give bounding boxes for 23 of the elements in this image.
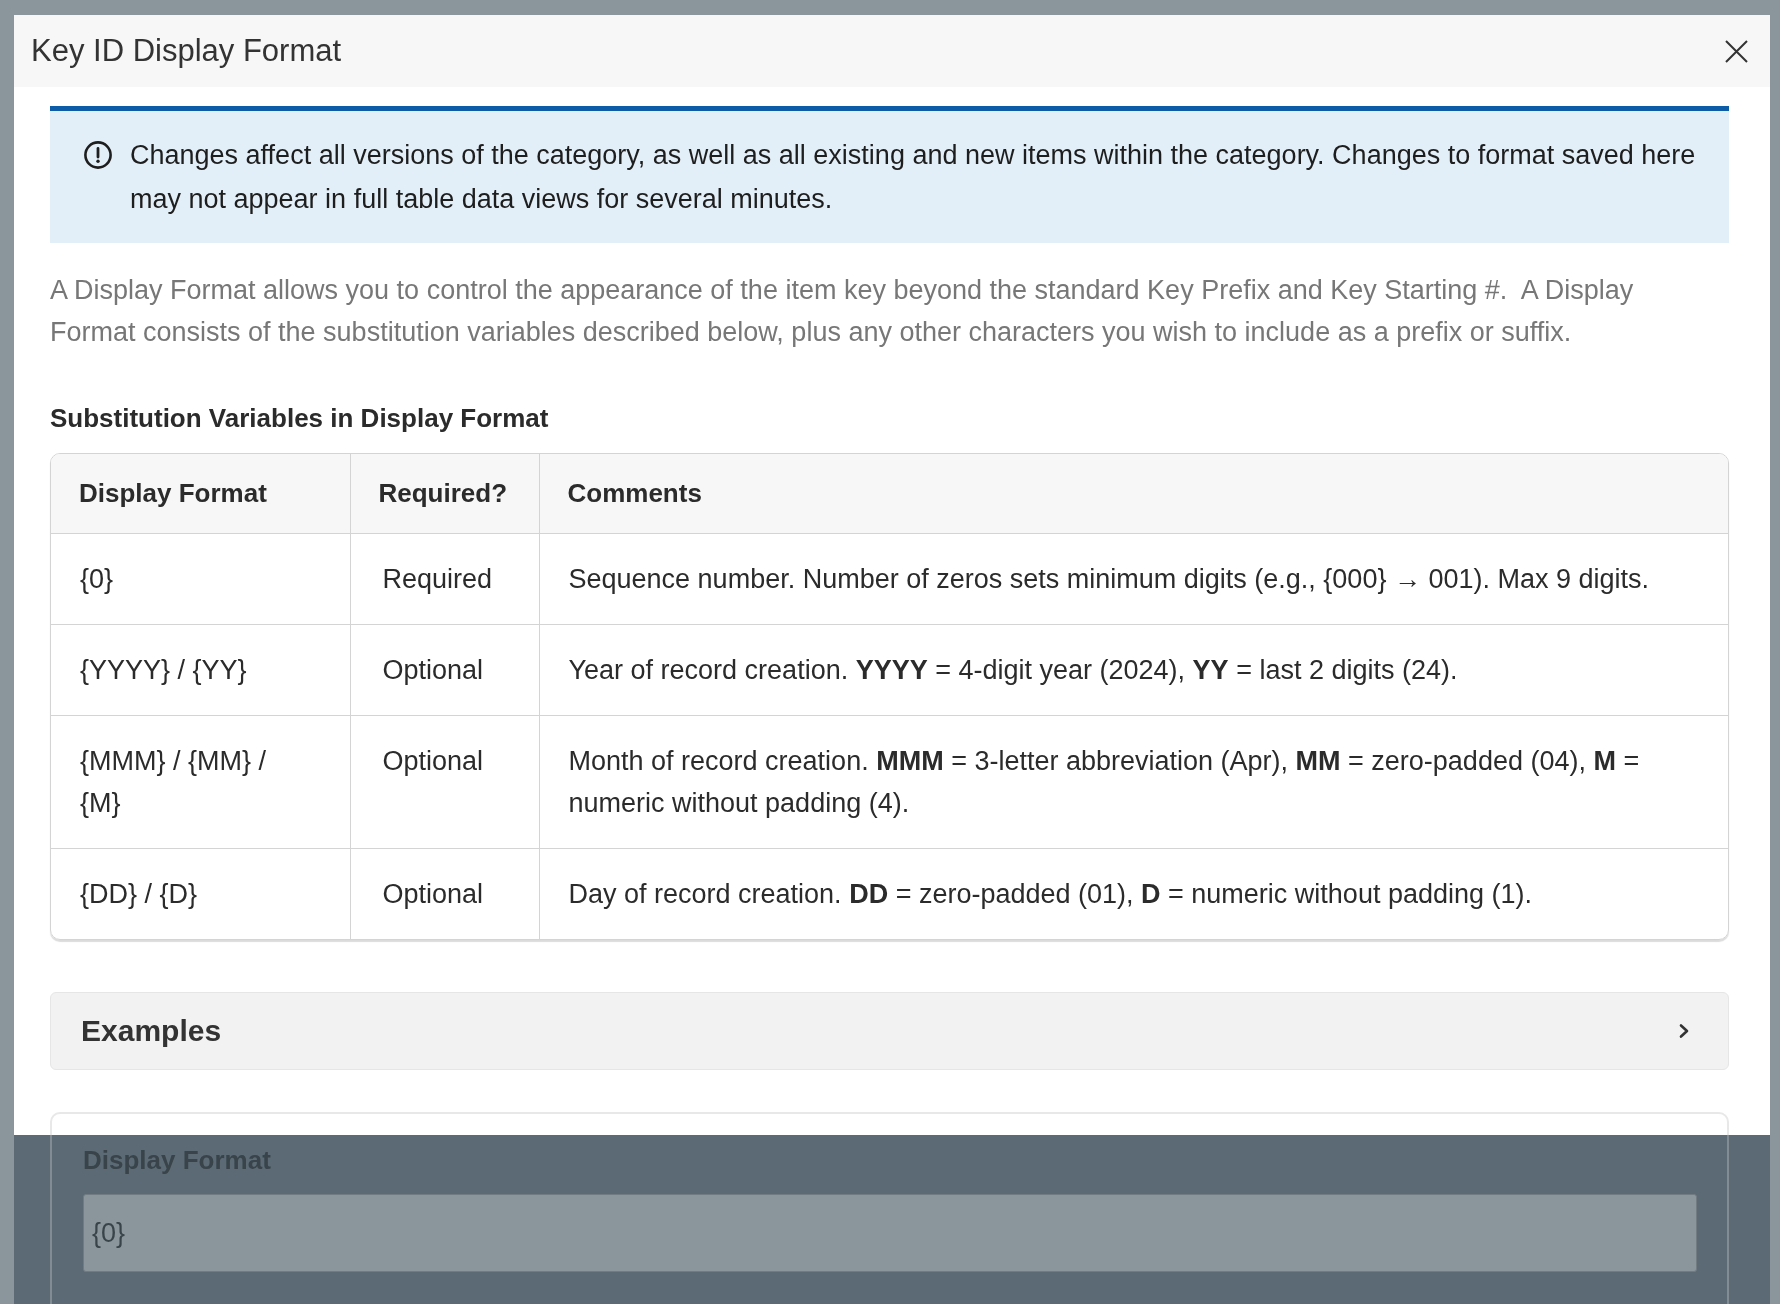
column-header: Comments	[539, 454, 1728, 534]
examples-accordion[interactable]: Examples	[50, 992, 1729, 1070]
table-cell: Required	[350, 533, 539, 625]
table-cell: Optional	[350, 624, 539, 716]
table-cell: Optional	[350, 848, 539, 939]
table-cell: {DD} / {D}	[51, 848, 350, 939]
table-cell: Sequence number. Number of zeros sets minimum digits (e.g., {000} → 001). Max 9 digits.	[539, 533, 1728, 625]
dialog-title: Key ID Display Format	[31, 33, 342, 69]
description-text: A Display Format allows you to control the appearance of the item key beyond the standard Key Prefix and Key Starting #. A Display Format consists of the substitution variables described below, plus any other characters you wish to include as a prefix or suffix.	[50, 274, 1635, 349]
close-button[interactable]	[1725, 39, 1748, 63]
alert-text: Changes affect all versions of the category, as well as all existing and new items within the category. Changes to format saved here may not appear in full table data views for several minutes.	[130, 139, 1697, 216]
section-heading: Substitution Variables in Display Format	[50, 403, 550, 433]
table-cell: {MMM} / {MM} / {M}	[51, 715, 350, 849]
table-cell: Year of record creation. YYYY = 4-digit year (2024), YY = last 2 digits (24).	[539, 624, 1728, 716]
column-header: Required?	[350, 454, 539, 534]
table-cell: Month of record creation. MMM = 3-letter abbreviation (Apr), MM = zero-padded (04), M = numeric without padding (4).	[539, 715, 1728, 849]
close-icon	[1725, 39, 1748, 63]
table-cell: Optional	[350, 715, 539, 849]
table-cell: {0}	[51, 533, 350, 625]
table-cell: Day of record creation. DD = zero-padded (01), D = numeric without padding (1).	[539, 848, 1728, 939]
table-cell: {YYYY} / {YY}	[51, 624, 350, 716]
exclamation-circle-icon	[84, 141, 112, 169]
column-header: Display Format	[51, 454, 350, 534]
